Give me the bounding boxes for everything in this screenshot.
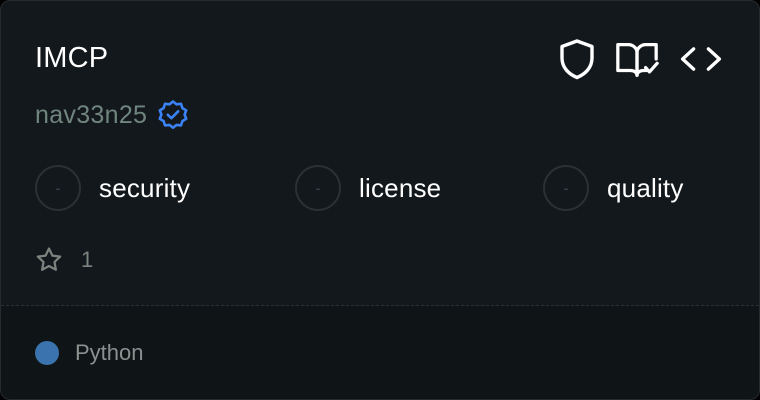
language-color-dot (35, 341, 59, 365)
license-label: license (359, 172, 442, 203)
code-button[interactable] (678, 37, 724, 81)
license-button[interactable] (614, 37, 660, 81)
license-score-indicator: - (295, 165, 341, 211)
star-icon (36, 247, 62, 271)
verified-badge-icon (157, 99, 189, 131)
language-label: Python (75, 340, 144, 365)
quality-label: quality (607, 172, 684, 203)
security-score-indicator: - (35, 165, 81, 211)
security-label: security (99, 172, 191, 203)
star-count: 1 (81, 247, 94, 272)
star-count-row: 1 (35, 245, 93, 275)
shield-icon (560, 39, 594, 80)
metric-security: - security (35, 165, 190, 211)
server-card[interactable]: IMCP nav33n25 - security - license - qua… (0, 0, 760, 400)
quality-score-indicator: - (543, 165, 589, 211)
security-button[interactable] (554, 37, 600, 81)
author-link[interactable]: nav33n25 (35, 101, 147, 130)
book-check-icon (616, 42, 659, 77)
author-row: nav33n25 (35, 97, 189, 133)
metric-quality: - quality (543, 165, 684, 211)
card-title[interactable]: IMCP (35, 39, 108, 77)
metric-license: - license (295, 165, 441, 211)
language-row: Python (35, 335, 144, 371)
code-icon (680, 47, 722, 71)
